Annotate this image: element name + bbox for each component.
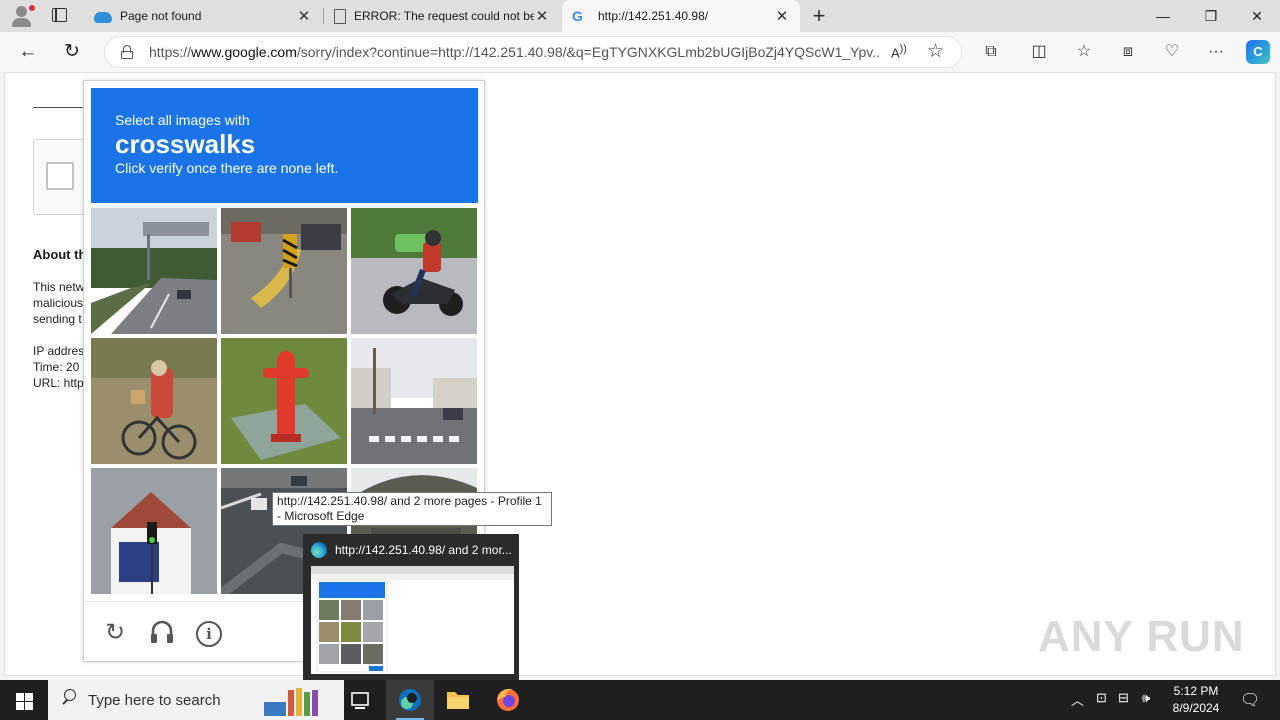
captcha-tile[interactable] xyxy=(221,338,347,464)
cloud-icon xyxy=(94,12,112,23)
profile-avatar-icon[interactable] xyxy=(8,3,36,29)
tab-active-google[interactable]: G http://142.251.40.98/ ✕ xyxy=(562,0,800,32)
audio-icon[interactable] xyxy=(147,618,177,648)
search-icon xyxy=(61,689,77,705)
document-icon xyxy=(334,8,346,24)
extensions-icon[interactable]: ⧉ xyxy=(979,40,1003,64)
reload-icon[interactable]: ↻ xyxy=(100,618,130,648)
tab-title: Page not found xyxy=(120,9,202,23)
edge-taskbar-icon[interactable] xyxy=(386,680,434,720)
copilot-icon[interactable]: C xyxy=(1246,40,1270,64)
device-icon[interactable]: ⊡ xyxy=(1096,690,1107,706)
captcha-instruction: Select all images with xyxy=(115,112,250,128)
captcha-tile[interactable] xyxy=(91,338,217,464)
captcha-tile[interactable] xyxy=(351,338,477,464)
watermark: ANY RUN xyxy=(1038,612,1245,661)
network-icon[interactable]: ⊟ xyxy=(1118,690,1129,706)
url-text[interactable]: https://www.google.com/sorry/index?conti… xyxy=(149,44,879,60)
show-hidden-icons-icon[interactable]: ︿ xyxy=(1071,690,1084,709)
about-paragraph: This netw malicious sending t xyxy=(33,280,85,326)
read-aloud-icon[interactable]: A)) xyxy=(891,43,907,60)
restore-icon[interactable]: ❐ xyxy=(1188,0,1234,32)
captcha-tile[interactable] xyxy=(221,208,347,334)
taskbar-search[interactable]: Type here to search xyxy=(48,680,344,720)
captcha-target: crosswalks xyxy=(115,129,256,159)
notifications-icon[interactable]: 🗨 xyxy=(1240,690,1260,710)
refresh-icon[interactable]: ↻ xyxy=(58,38,86,66)
captcha-tile[interactable] xyxy=(91,208,217,334)
tab-title: http://142.251.40.98/ xyxy=(598,9,709,23)
tab-page-not-found[interactable]: Page not found ✕ xyxy=(84,0,324,32)
preview-title: http://142.251.40.98/ and 2 mor... xyxy=(335,543,512,557)
volume-icon[interactable]: 🕪 xyxy=(1142,690,1150,706)
start-button[interactable] xyxy=(0,680,48,720)
taskbar-window-preview[interactable]: http://142.251.40.98/ and 2 mor... xyxy=(303,534,519,680)
google-icon: G xyxy=(572,8,583,24)
captcha-tile[interactable] xyxy=(351,208,477,334)
search-placeholder: Type here to search xyxy=(88,692,221,709)
close-tab-icon[interactable]: ✕ xyxy=(534,7,550,25)
tab-title: ERROR: The request could not be satisfie… xyxy=(354,9,534,23)
more-menu-icon[interactable]: ··· xyxy=(1204,40,1228,64)
browser-toolbar: ← ↻ https://www.google.com/sorry/index?c… xyxy=(0,32,1280,72)
file-explorer-icon[interactable] xyxy=(434,680,482,720)
edge-icon xyxy=(311,542,327,558)
firefox-icon[interactable] xyxy=(484,680,532,720)
favorites-icon[interactable]: ☆ xyxy=(1072,40,1096,64)
minimize-icon[interactable]: — xyxy=(1140,0,1186,32)
close-tab-icon[interactable]: ✕ xyxy=(296,7,312,25)
tab-error[interactable]: ERROR: The request could not be satisfie… xyxy=(324,0,560,32)
preview-image[interactable] xyxy=(311,566,514,674)
captcha-header: Select all images with crosswalks Click … xyxy=(91,88,478,203)
captcha-tile[interactable] xyxy=(91,468,217,594)
taskbar-tooltip: http://142.251.40.98/ and 2 more pages -… xyxy=(272,492,552,526)
task-view-icon[interactable] xyxy=(336,680,384,720)
performance-icon[interactable]: ♡ xyxy=(1160,40,1184,64)
windows-taskbar: Type here to search ︿ ⊡ ⊟ 🕪 5:12 PM 8/9/… xyxy=(0,680,1280,720)
close-tab-icon[interactable]: ✕ xyxy=(774,7,790,25)
search-highlight-icon xyxy=(264,688,318,716)
tab-strip: Page not found ✕ ERROR: The request coul… xyxy=(0,0,1280,32)
tab-actions-icon[interactable] xyxy=(46,6,74,26)
close-window-icon[interactable]: ✕ xyxy=(1234,0,1280,32)
new-tab-icon[interactable]: + xyxy=(808,3,830,29)
about-heading: About th xyxy=(33,247,85,262)
favorite-star-icon[interactable]: ☆ xyxy=(927,40,944,63)
info-icon[interactable]: i xyxy=(196,621,222,647)
recaptcha-checkbox[interactable] xyxy=(46,162,74,190)
request-details: IP addres Time: 20 URL: http xyxy=(33,344,85,390)
captcha-hint: Click verify once there are none left. xyxy=(115,160,339,176)
back-arrow-icon[interactable]: ← xyxy=(14,38,42,66)
system-clock[interactable]: 5:12 PM 8/9/2024 xyxy=(1168,683,1224,717)
collections-icon[interactable]: ⧈ xyxy=(1116,40,1140,64)
lock-icon[interactable] xyxy=(121,45,133,59)
split-screen-icon[interactable]: ◫ xyxy=(1027,40,1051,64)
address-bar[interactable]: https://www.google.com/sorry/index?conti… xyxy=(104,36,962,68)
